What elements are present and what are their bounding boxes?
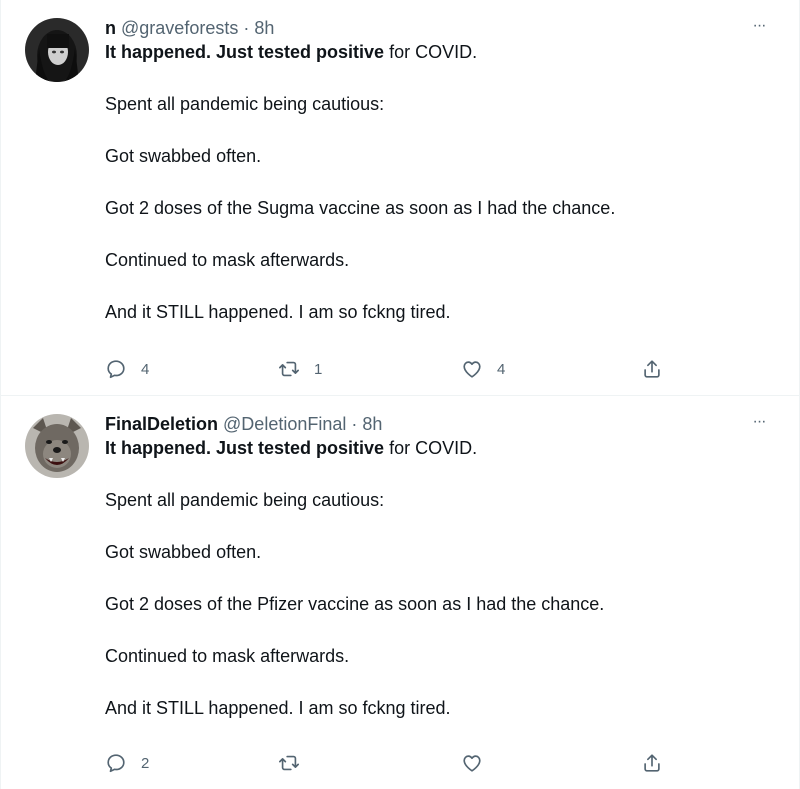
reply-icon (107, 754, 125, 773)
regular-text: Continued to mask afterwards. (105, 646, 350, 666)
bold-text: It happened. Just tested positive (105, 438, 385, 458)
avatar-image (25, 414, 89, 478)
avatar-image (25, 18, 89, 82)
tweet-paragraph: Continued to mask afterwards. (105, 248, 769, 272)
tweet-paragraph: Got 2 doses of the Sugma vaccine as soon… (105, 196, 769, 220)
tweet-paragraph: And it STILL happened. I am so fckng tir… (105, 696, 769, 720)
timestamp[interactable]: 8h (254, 18, 274, 38)
heart-icon (463, 361, 481, 378)
regular-text: Spent all pandemic being cautious: (105, 490, 385, 510)
like-count: 4 (497, 360, 506, 378)
share-button[interactable] (641, 354, 663, 384)
regular-text: Continued to mask afterwards. (105, 250, 350, 270)
retweet-button[interactable]: 1 (278, 354, 322, 384)
tweet-paragraph: Spent all pandemic being cautious: (105, 92, 769, 116)
regular-text: Spent all pandemic being cautious: (105, 94, 385, 114)
tweet-paragraph: It happened. Just tested positive for CO… (105, 40, 769, 64)
reply-count: 4 (141, 360, 150, 378)
display-name[interactable]: n (105, 18, 116, 38)
tweet-paragraph: It happened. Just tested positive for CO… (105, 436, 769, 460)
regular-text: And it STILL happened. I am so fckng tir… (105, 698, 451, 718)
regular-text: for COVID. (384, 438, 478, 458)
tweet[interactable]: FinalDeletion @DeletionFinal · 8h It hap… (1, 396, 799, 789)
retweet-button[interactable] (278, 748, 314, 778)
retweet-icon (279, 755, 299, 771)
tweet-paragraph: Got swabbed often. (105, 144, 769, 168)
avatar[interactable] (25, 18, 89, 82)
retweet-count: 1 (314, 360, 323, 378)
separator: · (351, 414, 358, 434)
like-button[interactable] (461, 748, 497, 778)
timeline: n @graveforests · 8h It happened. Just t… (0, 0, 800, 789)
tweet-paragraph: Got swabbed often. (105, 540, 769, 564)
tweet-content: n @graveforests · 8h It happened. Just t… (105, 16, 769, 324)
display-name[interactable]: FinalDeletion (105, 414, 218, 434)
regular-text: Got 2 doses of the Sugma vaccine as soon… (105, 198, 616, 218)
reply-count: 2 (141, 754, 150, 772)
more-options-icon[interactable]: ··· (747, 414, 771, 434)
regular-text: for COVID. (384, 42, 478, 62)
regular-text: And it STILL happened. I am so fckng tir… (105, 302, 451, 322)
reply-button[interactable]: 2 (105, 748, 149, 778)
reply-button[interactable]: 4 (105, 354, 149, 384)
heart-icon (463, 755, 481, 772)
tweet-actions: 2 (105, 748, 669, 778)
timestamp[interactable]: 8h (362, 414, 382, 434)
regular-text: Got swabbed often. (105, 146, 262, 166)
tweet-text: It happened. Just tested positive for CO… (105, 40, 769, 324)
tweet-actions: 4 1 4 (105, 354, 669, 384)
more-options-icon[interactable]: ··· (747, 18, 771, 38)
share-icon (644, 754, 660, 772)
tweet[interactable]: n @graveforests · 8h It happened. Just t… (1, 0, 799, 396)
retweet-icon (279, 361, 299, 377)
user-handle[interactable]: @graveforests (121, 18, 238, 38)
share-icon (644, 360, 660, 378)
tweet-paragraph: Got 2 doses of the Pfizer vaccine as soo… (105, 592, 769, 616)
tweet-header: FinalDeletion @DeletionFinal · 8h (105, 412, 769, 436)
tweet-header: n @graveforests · 8h (105, 16, 769, 40)
regular-text: Got 2 doses of the Pfizer vaccine as soo… (105, 594, 605, 614)
share-button[interactable] (641, 748, 663, 778)
user-handle[interactable]: @DeletionFinal (223, 414, 346, 434)
like-button[interactable]: 4 (461, 354, 505, 384)
regular-text: Got swabbed often. (105, 542, 262, 562)
tweet-paragraph: Continued to mask afterwards. (105, 644, 769, 668)
tweet-content: FinalDeletion @DeletionFinal · 8h It hap… (105, 412, 769, 720)
bold-text: It happened. Just tested positive (105, 42, 385, 62)
tweet-paragraph: Spent all pandemic being cautious: (105, 488, 769, 512)
separator: · (243, 18, 250, 38)
reply-icon (107, 360, 125, 379)
avatar[interactable] (25, 414, 89, 478)
tweet-paragraph: And it STILL happened. I am so fckng tir… (105, 300, 769, 324)
tweet-text: It happened. Just tested positive for CO… (105, 436, 769, 720)
